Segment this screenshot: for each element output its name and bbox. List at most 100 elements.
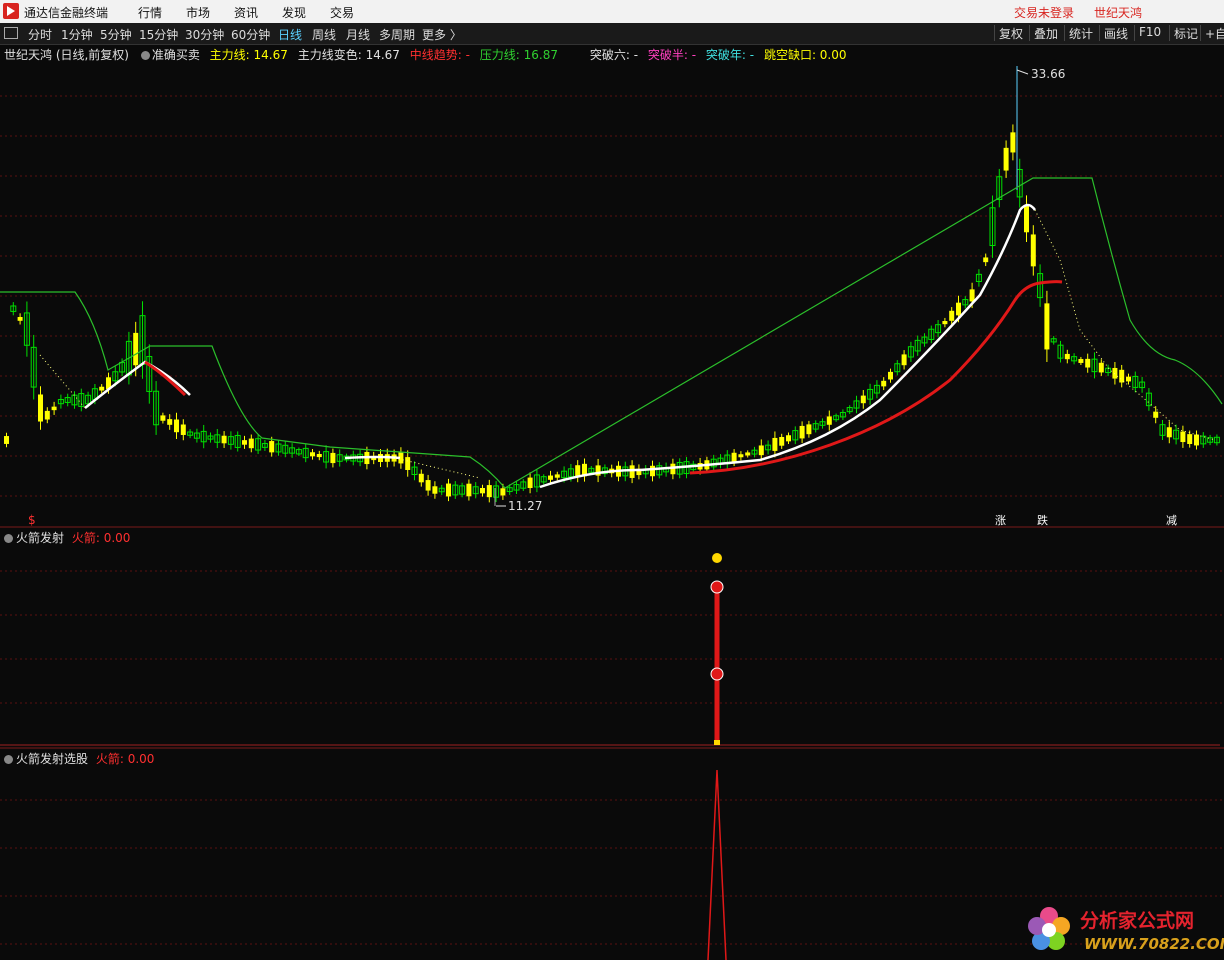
candle-up [704,460,710,470]
candle-down [139,315,146,365]
indicator-menu-icon[interactable] [140,51,150,60]
period-tab-1min[interactable]: 1分钟 [61,26,93,43]
f10-button[interactable]: F10 [1134,25,1165,41]
menu-market[interactable]: 市场 [186,4,210,21]
panel2-value: 火箭: 0.00 [71,531,131,545]
candle-down [1207,437,1214,443]
menu-trade[interactable]: 交易 [330,4,354,21]
period-tab-weekly[interactable]: 周线 [312,26,336,43]
period-tab-daily[interactable]: 日线 [278,26,302,43]
candle-down [642,469,649,475]
rocket-marker [710,667,724,681]
candle-up [554,474,560,478]
candle-down [112,371,119,382]
candle-up [826,416,832,425]
candle-down [724,454,731,465]
candle-down [513,484,520,491]
candle-up [731,452,737,463]
restore-rights-button[interactable]: 复权 [994,25,1027,41]
candle-up [446,483,451,497]
overlay-button[interactable]: 叠加 [1029,25,1062,41]
candle-down [812,423,819,430]
period-tab-more[interactable]: 更多 〉 [422,26,462,43]
candle-down [357,453,364,463]
high-pointer [1016,69,1029,75]
reduce-signal-label: 减 [1166,514,1177,527]
candle-down [853,400,860,409]
candle-down [601,467,608,475]
menu-news[interactable]: 资讯 [234,4,258,21]
candle-down [1057,344,1064,359]
candle-up [636,468,642,476]
candle-up [609,468,615,474]
statistics-button[interactable]: 统计 [1064,25,1097,41]
candle-up [1030,234,1036,267]
candle-up [595,465,601,476]
legend-mid-trend: 中线趋势: - [409,48,470,62]
candle-down [193,432,200,439]
period-tab-intraday[interactable]: 分时 [28,26,52,43]
watermark-logo: 分析家公式网 WWW.70822.COM [1022,902,1224,958]
panel3-legend: 火箭发射选股 火箭: 0.00 [4,750,154,767]
candle-up [888,371,893,380]
candle-down [996,176,1003,201]
kline-chart[interactable]: 33.66 11.27 $ 涨 跌 减 [0,0,1224,960]
candle-up [745,452,751,456]
draw-line-button[interactable]: 画线 [1099,25,1132,41]
custom-button[interactable]: +自 [1200,25,1224,41]
menu-discover[interactable]: 发现 [282,4,306,21]
period-tab-30min[interactable]: 30分钟 [185,26,224,43]
candle-down [350,454,357,462]
candle-up [629,465,635,478]
candle-up [969,289,975,302]
candle-up [486,485,492,498]
sidebar-toggle-icon[interactable] [4,27,18,39]
candle-up [99,386,105,391]
candle-down [1016,168,1023,198]
panel2-name[interactable]: 火箭发射 [16,531,64,545]
candle-up [799,425,805,439]
legend-main-line: 主力线: 14.67 [209,48,288,62]
candle-down [30,346,37,388]
period-tab-5min[interactable]: 5分钟 [100,26,132,43]
candle-up [425,480,431,491]
candle-up [1044,303,1050,350]
candle-down [234,434,241,448]
candle-down [78,393,85,407]
period-tab-monthly[interactable]: 月线 [346,26,370,43]
menu-market-quotes[interactable]: 行情 [138,4,162,21]
buy-signal-label: $ [28,513,36,527]
period-tab-60min[interactable]: 60分钟 [231,26,270,43]
legend-break-half: 突破半: - [647,48,697,62]
candle-up [133,332,139,366]
candle-down [846,407,853,413]
candle-up [949,310,955,321]
panel2-menu-icon[interactable] [4,534,13,543]
candle-down [962,299,969,306]
candle-up [106,377,111,390]
indicator-name[interactable]: 准确买卖 [152,48,200,62]
panel3-menu-icon[interactable] [4,755,13,764]
candle-up [480,488,485,494]
candle-down [683,461,690,475]
candle-up [779,437,785,446]
mark-button[interactable]: 标记 [1169,25,1202,41]
panel3-name[interactable]: 火箭发射选股 [16,752,88,766]
period-tab-15min[interactable]: 15分钟 [139,26,178,43]
stock-name-link[interactable]: 世纪天鸿 [1094,4,1142,21]
candle-up [384,454,390,462]
candle-down [146,356,153,392]
candle-down [1173,429,1180,440]
candle-up [548,475,553,480]
candle-up [364,451,370,465]
legend-pressure-line: 压力线: 16.87 [479,48,559,62]
grid-lines [0,95,1224,945]
candle-down [833,415,840,421]
stock-title[interactable]: 世纪天鸿 (日线,前复权) [4,48,129,62]
trade-login-link[interactable]: 交易未登录 [1014,4,1074,21]
candle-up [758,445,764,456]
candle-up [1153,411,1159,418]
candle-up [1024,205,1029,233]
period-tab-multi[interactable]: 多周期 [379,26,415,43]
candle-down [1145,392,1152,407]
